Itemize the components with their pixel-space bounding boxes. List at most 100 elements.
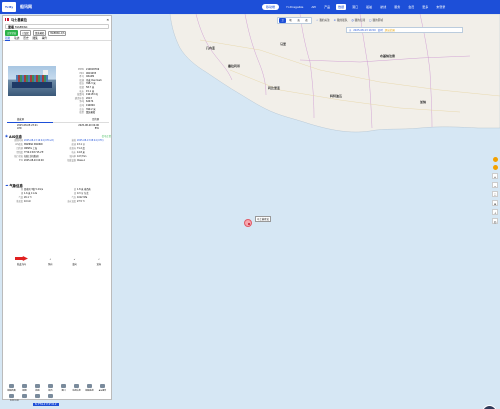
map-scale: 100 km — [10, 399, 20, 402]
tool-button[interactable]: 港口 — [57, 384, 70, 392]
top-bar: Ycity 船讯网 移动端 Yi-Dragable API 产品 数据 港口 船… — [0, 0, 500, 14]
subscribe-button[interactable]: ◔ 我的订阅 — [351, 18, 366, 23]
info-cell: ETA 2025-08-20 04:00 — [5, 159, 58, 163]
nav-item-active[interactable]: 数据 — [336, 4, 347, 10]
tab-ship[interactable]: 船舶 — [5, 36, 11, 41]
tool-label: 更多 — [48, 399, 52, 400]
tool-label: 船舶监控 — [85, 390, 94, 392]
tool-button[interactable]: 气象 — [31, 394, 44, 399]
ais-grid: 更新时间 2025-08-13 16:44 (UTC+8) 接收 2025-08-13… — [5, 139, 111, 162]
mobile-button[interactable]: 移动端 — [262, 4, 280, 10]
ship-name: 马士基索拉 — [11, 18, 27, 22]
country-label: 科特迪瓦 — [330, 94, 343, 98]
departure-port[interactable]: 始发港 — [17, 117, 24, 121]
nav-item[interactable]: 会员 — [406, 4, 416, 10]
location-icon[interactable]: ◎ — [492, 218, 498, 224]
ship-containers — [16, 75, 48, 82]
nav-item[interactable]: 服务 — [392, 4, 402, 10]
fleet-button[interactable]: ⚓ 我的船队 — [334, 18, 348, 23]
tab-track[interactable]: 轨迹 — [14, 36, 19, 40]
tool-label: 船员 — [48, 390, 53, 392]
country-label: 布基纳法索 — [380, 54, 396, 58]
nav-item[interactable]: 航线 — [378, 4, 388, 10]
map-type-sea[interactable]: 海 — [295, 18, 302, 23]
tool-icon — [48, 394, 53, 398]
wave-arrow-icon: ↙ — [73, 258, 76, 261]
info-label: 能见度 — [16, 199, 23, 203]
tool-button[interactable]: 动态信息 — [70, 384, 83, 392]
nav-item[interactable]: 港口 — [350, 4, 360, 10]
area-button[interactable]: ▢ 我的区域 — [369, 18, 383, 23]
tool-button[interactable]: AIS报告 — [96, 384, 109, 392]
tool-label: 动态信息 — [72, 390, 81, 392]
tool-icon — [87, 384, 92, 388]
tool-label: 港口 — [61, 390, 66, 392]
tool-label: AIS报告 — [98, 390, 107, 392]
map-type-terrain[interactable]: 地 — [287, 18, 294, 23]
time-label: 2025-08-13 16:50 — [353, 28, 376, 32]
map-type-satellite[interactable]: 卫 — [279, 17, 286, 23]
tool-button[interactable]: 船期 — [18, 384, 31, 392]
area-label: 我的区域 — [372, 19, 383, 22]
brand-name[interactable]: 船讯网 — [20, 4, 32, 10]
fullscreen-icon[interactable]: ⛶ — [492, 191, 498, 197]
bell-icon: ◔ — [351, 18, 354, 22]
info-row: 能见度 10 km 海水温度 27.5 ℃ — [5, 200, 111, 204]
tool-icon — [48, 384, 53, 388]
tool-button[interactable]: 更多 — [44, 394, 57, 400]
tool-icon — [22, 394, 27, 398]
subscribe-label: 我的订阅 — [354, 19, 366, 22]
ship-photo[interactable] — [8, 66, 56, 96]
tool-button[interactable]: 船舶档案 — [5, 384, 18, 392]
zoom-out-icon[interactable]: − — [492, 182, 498, 188]
spec-value: 集装箱船 — [86, 111, 96, 115]
star-icon: ☆ — [316, 18, 319, 22]
voyage-progress-fill — [7, 122, 53, 123]
time-bar[interactable]: ◷ 2025-08-13 16:50 实时 超出范围 — [346, 27, 463, 33]
bottom-tools: 船舶档案船期航线船员港口动态信息船舶监控AIS报告历史轨迹附近船舶气象更多 — [5, 384, 111, 400]
vessel-label[interactable]: 马士基索拉 — [255, 216, 271, 222]
tool-button[interactable]: 船舶监控 — [83, 384, 96, 392]
tab-history[interactable]: 历史 — [23, 36, 28, 40]
map-type-night[interactable]: 夜 — [303, 18, 310, 23]
tool-icon — [9, 394, 14, 398]
signal-status: 信号正常 — [101, 135, 111, 138]
info-cell: 船载设备 Class A — [58, 159, 111, 163]
wind-arrow-icon: ↓ — [49, 258, 52, 261]
alert-icon[interactable] — [492, 165, 498, 170]
current-label: 流向 — [96, 263, 102, 266]
weather-grid: 风西南风 3级 5.2m/s 浪 1.8 米 南西南涌 1.6 米 11.2s 流 0.3… — [5, 188, 111, 204]
tab-gallery[interactable]: 图集 — [33, 36, 38, 40]
layers-icon[interactable]: ≡ — [492, 200, 498, 206]
ruler-icon[interactable]: ⊥ — [492, 209, 498, 215]
logo[interactable]: Ycity — [2, 2, 16, 12]
follow-label: 我的关注 — [319, 19, 330, 22]
nav-item[interactable]: API — [309, 4, 318, 10]
tool-label: 船期 — [22, 390, 27, 392]
signal-icon: ◉ — [5, 134, 8, 138]
nav-item[interactable]: Yi-Dragable — [284, 4, 305, 10]
ship-info-panel: 马士基索拉 ✕ 查看 MAERSK 正常状态 已锁定 集装箱船 MAERSK A… — [2, 15, 112, 400]
follow-button[interactable]: ☆ 我的关注 — [316, 18, 330, 23]
wind-label: 风向 — [47, 263, 53, 266]
tool-button[interactable]: 附近船舶 — [18, 394, 31, 399]
tab-events[interactable]: 事件 — [42, 36, 47, 40]
heading-indicator: 航迹方向 — [14, 256, 28, 266]
cloud-icon: ☁ — [5, 183, 9, 187]
nav-item[interactable]: 产品 — [322, 4, 332, 10]
nav-item[interactable]: 船舶 — [364, 4, 374, 10]
tool-button[interactable]: 航线 — [31, 384, 44, 392]
nav-item[interactable]: 更多 — [420, 4, 430, 10]
zoom-in-icon[interactable]: + — [492, 173, 498, 179]
ship-search-field[interactable]: 查看 MAERSK — [5, 24, 109, 29]
tool-button[interactable]: 船员 — [44, 384, 57, 392]
vessel-marker[interactable] — [244, 219, 252, 227]
close-icon[interactable]: ✕ — [106, 18, 109, 22]
user-link[interactable]: 未登录 — [434, 4, 447, 10]
alert-icon[interactable] — [492, 157, 498, 162]
country-label: 塞拉利昂 — [228, 64, 241, 68]
tool-icon — [35, 394, 40, 398]
destination-port[interactable]: 目的港 — [92, 117, 99, 121]
voyage-progress — [7, 122, 109, 123]
info-value: 2025-08-20 04:00 — [24, 158, 44, 162]
